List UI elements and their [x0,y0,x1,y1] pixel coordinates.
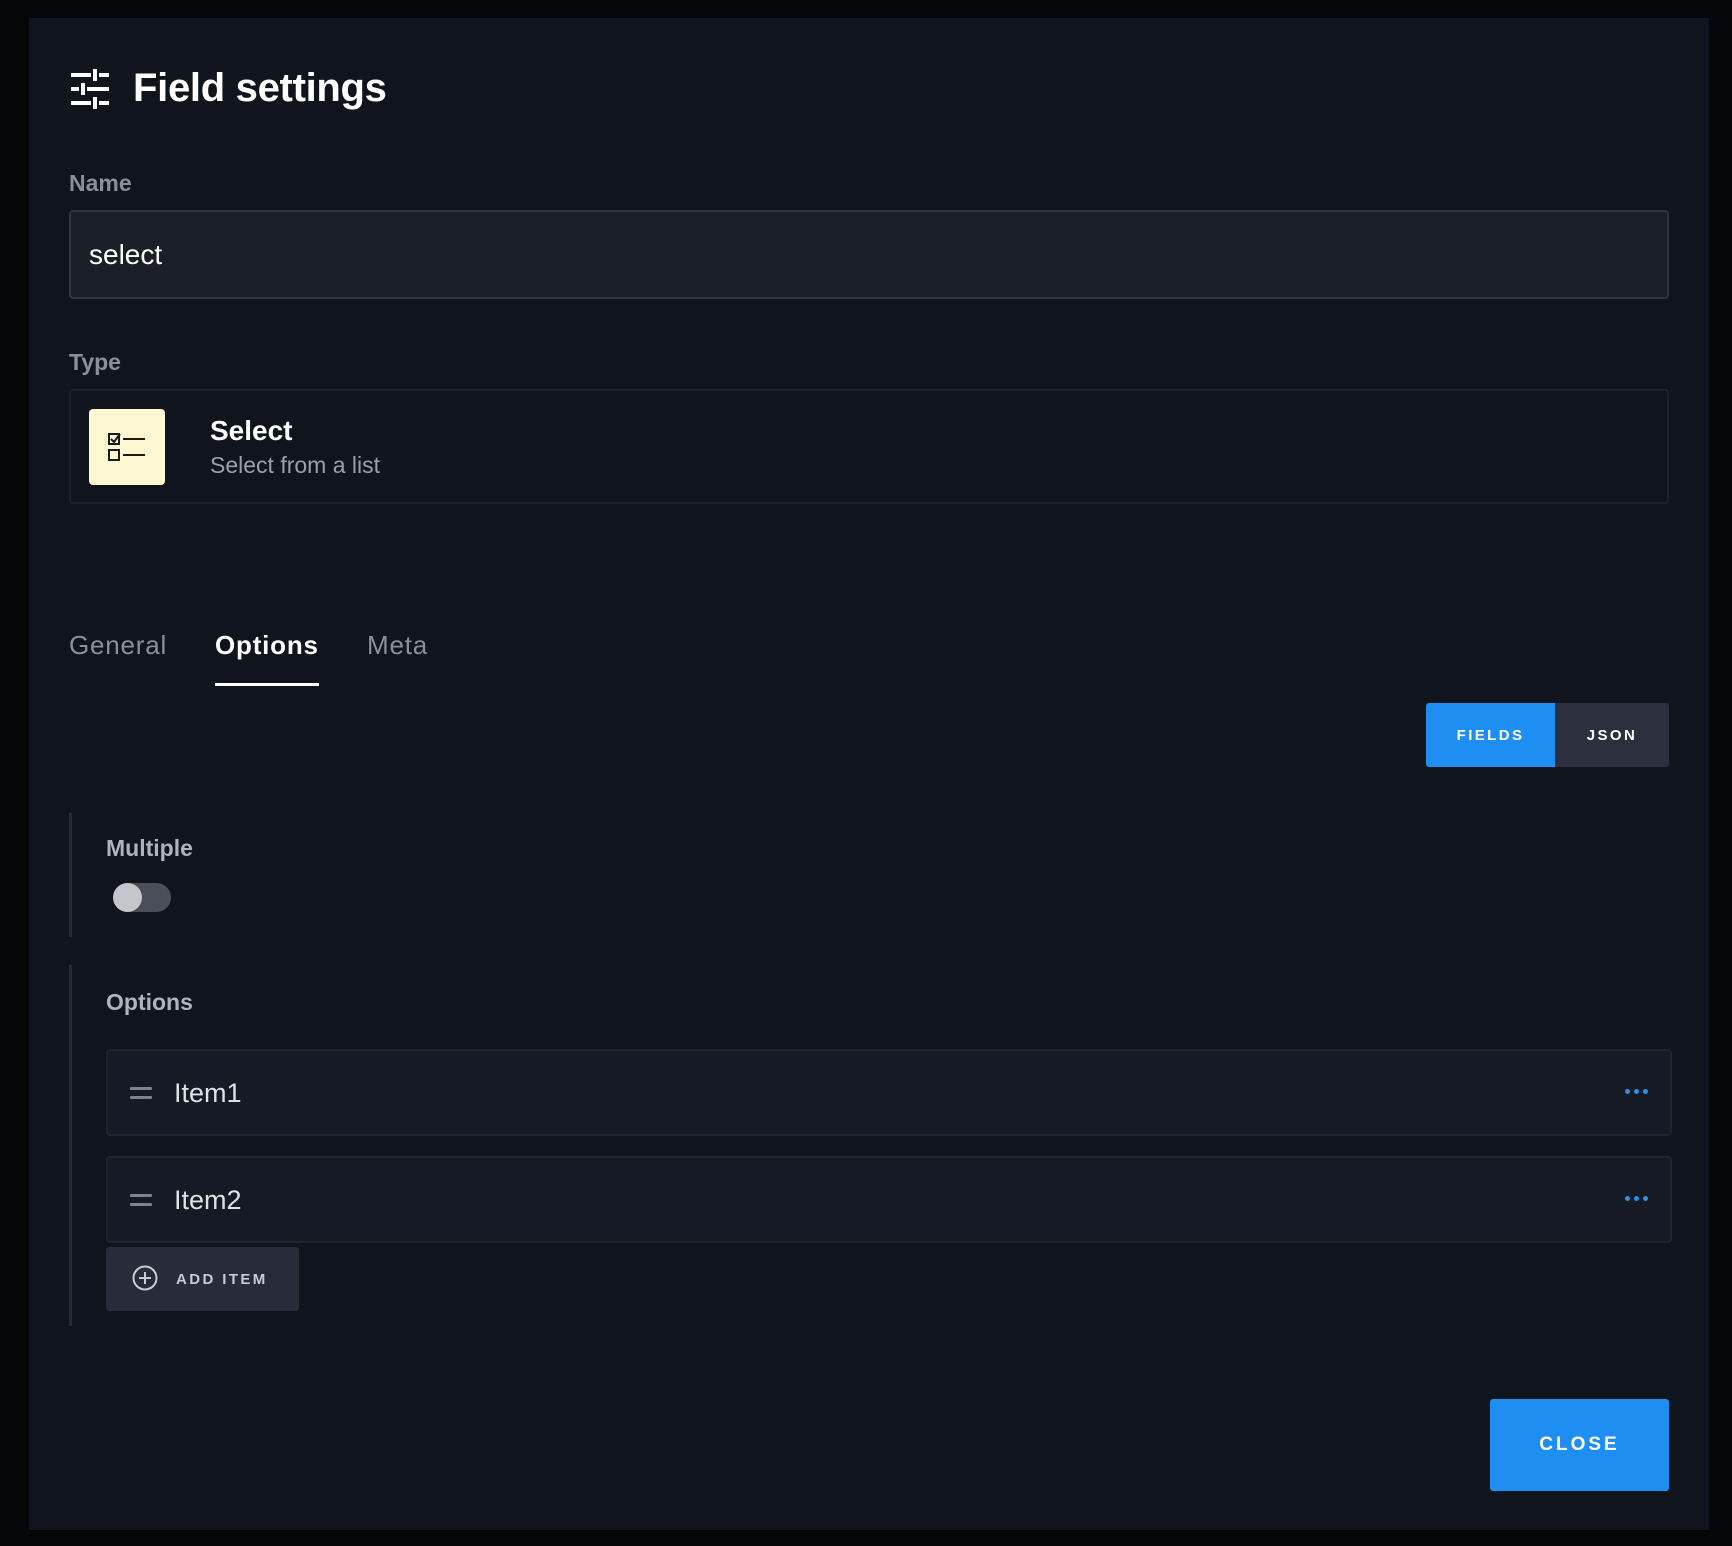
options-section: Options Item1 Item2 ADD ITEM [69,965,1672,1326]
field-settings-dialog: Field settings Name Type Select Select f… [29,18,1709,1530]
tab-options[interactable]: Options [215,630,319,686]
multiple-section: Multiple [69,813,1669,937]
more-options-icon[interactable] [1625,1089,1648,1094]
type-name: Select [210,415,293,446]
option-label: Item2 [174,1185,242,1215]
type-selector[interactable]: Select Select from a list [69,389,1669,504]
more-options-icon[interactable] [1625,1196,1648,1201]
add-item-label: ADD ITEM [176,1270,268,1288]
multiple-label: Multiple [106,835,193,861]
drag-handle-icon[interactable] [130,1194,152,1206]
sliders-icon [69,68,111,110]
dialog-title: Field settings [133,66,387,110]
checklist-icon [89,409,165,485]
drag-handle-icon[interactable] [130,1087,152,1099]
mode-toggle: FIELDS JSON [1426,703,1669,767]
type-label: Type [69,349,121,375]
options-label: Options [106,989,193,1015]
name-input[interactable] [69,210,1669,299]
multiple-toggle[interactable] [113,883,171,912]
toggle-knob [113,883,142,912]
option-label: Item1 [174,1078,242,1108]
close-button[interactable]: CLOSE [1490,1399,1669,1491]
json-mode-button[interactable]: JSON [1555,703,1669,767]
name-label: Name [69,170,132,196]
add-item-button[interactable]: ADD ITEM [106,1247,299,1311]
list-item[interactable]: Item2 [106,1156,1672,1243]
plus-circle-icon [132,1265,158,1294]
tab-general[interactable]: General [69,630,167,683]
type-description: Select from a list [210,452,380,478]
dialog-header: Field settings [69,66,387,111]
list-item[interactable]: Item1 [106,1049,1672,1136]
fields-mode-button[interactable]: FIELDS [1426,703,1555,767]
tab-meta[interactable]: Meta [367,630,428,683]
